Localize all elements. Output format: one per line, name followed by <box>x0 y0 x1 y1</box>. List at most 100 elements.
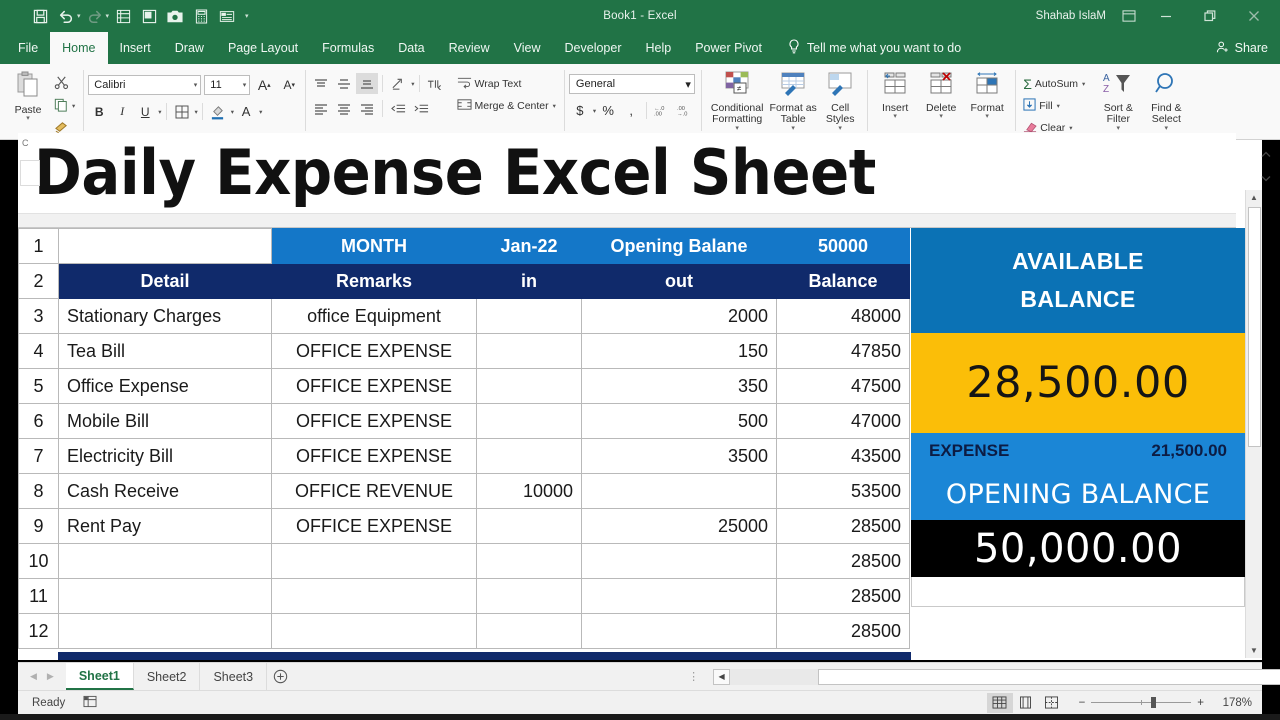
cell-out[interactable]: 500 <box>581 403 777 439</box>
cell-in[interactable] <box>476 333 582 369</box>
cell-detail[interactable]: Electricity Bill <box>58 438 272 474</box>
available-balance-header[interactable]: AVAILABLE BALANCE <box>911 228 1245 333</box>
cell-remarks[interactable] <box>271 543 477 579</box>
font-family-select[interactable]: Calibri ▾ <box>88 75 202 95</box>
clear-caret-icon[interactable]: ▾ <box>1069 124 1072 132</box>
tab-view[interactable]: View <box>502 32 553 64</box>
insert-cells-button[interactable]: Insert ▾ <box>872 68 918 120</box>
row-header[interactable]: 12 <box>18 613 59 649</box>
cell-detail[interactable] <box>58 613 272 649</box>
autosum-button[interactable]: Σ AutoSum ▾ <box>1020 74 1088 94</box>
sort-filter-caret-icon[interactable]: ▾ <box>1117 125 1121 132</box>
borders-button[interactable] <box>171 101 193 122</box>
cell-remarks[interactable]: OFFICE EXPENSE <box>271 333 477 369</box>
format-as-table-button[interactable]: Format as Table ▾ <box>768 68 818 132</box>
font-color-button[interactable]: A <box>235 101 257 122</box>
increase-indent-button[interactable] <box>410 98 432 119</box>
scroll-up-arrow-icon[interactable]: ▲ <box>1246 190 1262 205</box>
format-as-table-caret-icon[interactable]: ▾ <box>791 125 795 132</box>
format-cells-button[interactable]: Format ▾ <box>964 68 1010 120</box>
cell-in[interactable] <box>476 613 582 649</box>
chevron-down-icon[interactable] <box>1256 164 1276 192</box>
tab-developer[interactable]: Developer <box>553 32 634 64</box>
cut-button[interactable] <box>51 74 78 94</box>
cell-out[interactable]: 350 <box>581 368 777 404</box>
cell-out[interactable] <box>581 543 777 579</box>
cell-out[interactable]: 150 <box>581 333 777 369</box>
add-sheet-button[interactable] <box>273 669 288 684</box>
bold-button[interactable]: B <box>88 101 110 122</box>
underline-button[interactable]: U <box>134 101 156 122</box>
cell-month-value[interactable]: Jan-22 <box>476 228 582 264</box>
align-center-button[interactable] <box>333 98 355 119</box>
decrease-decimal-button[interactable]: .00 →.0 <box>674 100 696 121</box>
tab-formulas[interactable]: Formulas <box>310 32 386 64</box>
copy-caret-icon[interactable]: ▾ <box>72 102 75 110</box>
align-bottom-button[interactable] <box>356 73 379 94</box>
cell-balance[interactable]: 47850 <box>776 333 910 369</box>
vertical-scrollbar[interactable]: ▲ ▼ <box>1245 190 1262 658</box>
cell-remarks[interactable] <box>271 578 477 614</box>
row-header-2[interactable]: 2 <box>18 263 59 299</box>
cell-balance[interactable]: 47500 <box>776 368 910 404</box>
vertical-scroll-thumb[interactable] <box>1248 207 1261 447</box>
currency-button[interactable]: $ <box>569 100 591 121</box>
fill-button[interactable]: Fill ▾ <box>1020 96 1088 116</box>
currency-caret-icon[interactable]: ▾ <box>593 107 596 115</box>
cell-detail[interactable]: Mobile Bill <box>58 403 272 439</box>
row-header[interactable]: 9 <box>18 508 59 544</box>
increase-decimal-button[interactable]: ←.0.00 <box>651 100 673 121</box>
cell-remarks[interactable]: OFFICE EXPENSE <box>271 508 477 544</box>
opening-balance-label[interactable]: OPENING BALANCE <box>911 468 1245 520</box>
row-header[interactable]: 6 <box>18 403 59 439</box>
col-header-remarks[interactable]: Remarks <box>271 263 477 299</box>
format-cells-caret-icon[interactable]: ▾ <box>985 113 989 120</box>
wrap-text-button[interactable]: Wrap Text <box>454 74 559 94</box>
row-header[interactable]: 11 <box>18 578 59 614</box>
expense-row[interactable]: EXPENSE 21,500.00 <box>911 433 1245 468</box>
cell-balance[interactable]: 43500 <box>776 438 910 474</box>
cell-remarks[interactable]: OFFICE EXPENSE <box>271 438 477 474</box>
cell-opening-label[interactable]: Opening Balane <box>581 228 777 264</box>
next-sheet-icon[interactable]: ▶ <box>47 671 54 682</box>
tab-review[interactable]: Review <box>437 32 502 64</box>
share-button[interactable]: Share <box>1216 32 1268 64</box>
increase-font-size-button[interactable]: A ▴ <box>253 75 275 96</box>
cell-out[interactable]: 3500 <box>581 438 777 474</box>
row-header[interactable]: 8 <box>18 473 59 509</box>
cell-out[interactable] <box>581 578 777 614</box>
merge-center-button[interactable]: Merge & Center ▾ <box>454 96 559 116</box>
zoom-level[interactable]: 178% <box>1210 697 1252 709</box>
tell-me-box[interactable]: Tell me what you want to do <box>788 32 961 64</box>
zoom-out-button[interactable]: − <box>1079 697 1086 709</box>
col-header-in[interactable]: in <box>476 263 582 299</box>
sort-filter-button[interactable]: A Z Sort & Filter ▾ <box>1094 68 1142 132</box>
row-header[interactable]: 7 <box>18 438 59 474</box>
cell-balance[interactable]: 53500 <box>776 473 910 509</box>
zoom-control[interactable]: − + 178% <box>1079 697 1252 709</box>
cell-out[interactable] <box>581 613 777 649</box>
font-color-caret-icon[interactable]: ▾ <box>259 108 262 116</box>
sheet-tab-sheet2[interactable]: Sheet2 <box>134 663 201 690</box>
align-middle-button[interactable] <box>333 73 355 94</box>
cell-detail[interactable] <box>58 543 272 579</box>
text-direction-button[interactable] <box>424 73 446 94</box>
cell-out[interactable]: 25000 <box>581 508 777 544</box>
align-left-button[interactable] <box>310 98 332 119</box>
row-header[interactable]: 3 <box>18 298 59 334</box>
row-header[interactable]: 5 <box>18 368 59 404</box>
delete-cells-caret-icon[interactable]: ▾ <box>939 113 943 120</box>
conditional-formatting-caret-icon[interactable]: ▾ <box>735 125 739 132</box>
insert-cells-caret-icon[interactable]: ▾ <box>893 113 897 120</box>
cell-in[interactable] <box>476 508 582 544</box>
normal-view-icon[interactable] <box>986 692 1013 713</box>
cell-remarks[interactable] <box>271 613 477 649</box>
scroll-down-arrow-icon[interactable]: ▼ <box>1246 643 1262 658</box>
align-top-button[interactable] <box>310 73 332 94</box>
sheet-nav-arrows[interactable]: ◀ ▶ <box>18 671 66 682</box>
cell-detail[interactable]: Office Expense <box>58 368 272 404</box>
cell-remarks[interactable]: OFFICE EXPENSE <box>271 403 477 439</box>
panel-empty-cell[interactable] <box>911 577 1245 607</box>
opening-balance-amount[interactable]: 50,000.00 <box>911 520 1245 577</box>
horizontal-scrollbar[interactable]: ◀ ▶ <box>713 668 1280 685</box>
